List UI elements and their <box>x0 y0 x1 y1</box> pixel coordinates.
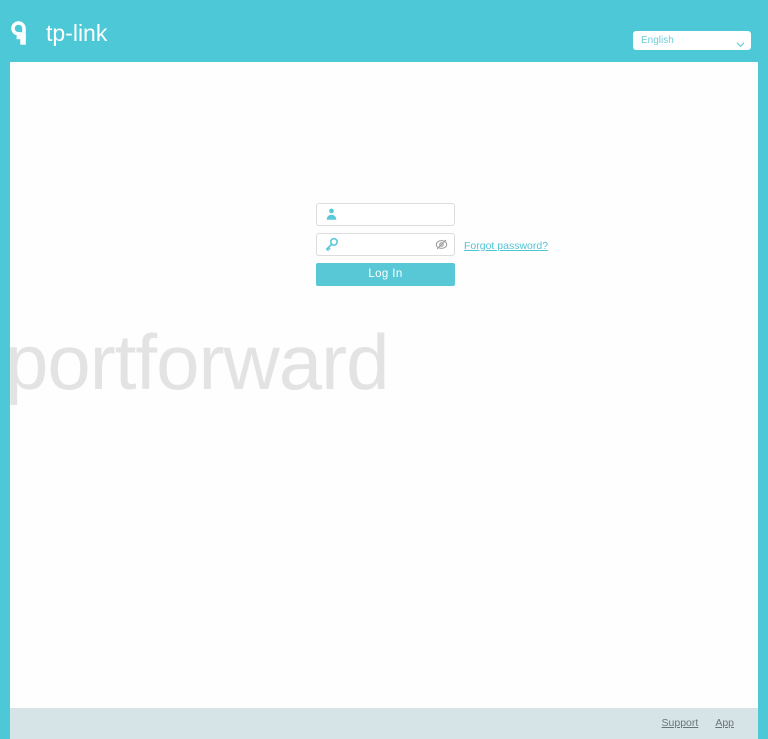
watermark-text: portforward <box>10 318 389 406</box>
language-select-value: English <box>641 34 674 46</box>
tplink-logo-icon <box>11 18 41 48</box>
footer-link-app[interactable]: App <box>715 717 734 729</box>
footer-link-support[interactable]: Support <box>662 717 699 729</box>
forgot-password-link[interactable]: Forgot password? <box>464 240 548 252</box>
chevron-down-icon <box>736 36 745 47</box>
login-form: Forgot password? Log In <box>316 203 556 286</box>
eye-slash-icon[interactable] <box>435 238 448 251</box>
password-field[interactable] <box>316 233 455 256</box>
forgot-password-row: Forgot password? <box>464 234 548 257</box>
page-header: tp-link English <box>0 0 768 62</box>
password-input[interactable] <box>342 234 430 255</box>
key-icon <box>324 237 339 252</box>
username-field[interactable] <box>316 203 455 226</box>
page-footer: Support App <box>10 708 758 739</box>
user-icon <box>324 207 339 222</box>
login-button[interactable]: Log In <box>316 263 455 286</box>
brand-logo: tp-link <box>11 18 107 48</box>
page-frame: portforward Forgot password? Log In Supp… <box>0 62 768 739</box>
username-input[interactable] <box>342 204 430 225</box>
brand-name: tp-link <box>46 19 108 46</box>
language-select[interactable]: English <box>633 31 751 50</box>
footer-links: Support App <box>662 717 734 729</box>
page-body: portforward Forgot password? Log In <box>10 62 758 739</box>
